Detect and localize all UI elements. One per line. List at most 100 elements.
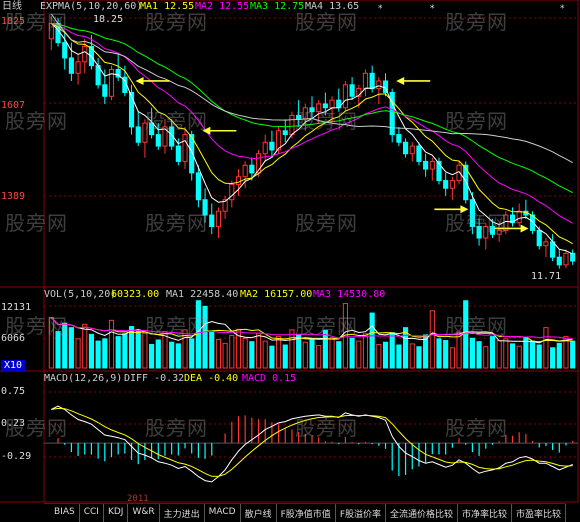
volume-bar [456,331,462,369]
volume-bar [269,345,275,369]
tab-f-nav[interactable]: F股净值市值 [277,504,336,522]
low-price-annotation: 11.71 [531,271,562,282]
candle-body [75,61,81,74]
candle-body [182,134,188,162]
candle-body [483,226,489,239]
candle-body [322,103,328,109]
volume-bar [229,334,235,369]
volume-bar [122,333,128,369]
candle-body [142,122,148,143]
volume-bar [483,346,489,369]
volume-bar [242,337,248,369]
volume-bar [469,337,475,369]
volume-bar [189,338,195,369]
volume-bar [516,345,522,369]
candle-body [282,130,288,136]
candle-body [550,241,556,258]
volume-bar [302,341,308,369]
tab-wr[interactable]: W&R [128,504,160,522]
volume-bar [396,344,402,369]
candle-body [128,91,135,128]
tab-full-circulation[interactable]: 全流通价格比较 [386,504,459,522]
volume-bar [449,347,455,369]
signal-arrow-5-head [520,224,529,233]
candle-body [135,126,141,143]
tab-f-premium[interactable]: F股溢价率 [336,504,386,522]
macd-diff-line [51,405,573,483]
volume-bar [209,331,215,369]
volume-bar [95,340,101,369]
tab-macd[interactable]: MACD [205,504,241,522]
candle-body [62,42,68,59]
long-ma-line [50,13,573,164]
chart-frame [43,0,579,503]
volume-axis-top: 12131 [1,302,32,313]
candle-body [349,84,355,97]
stock-chart-canvas[interactable]: * * * [0,0,580,521]
candle-body [423,160,429,170]
volume-bar [255,332,262,369]
candle-body [556,256,562,266]
candle-body [489,226,496,235]
macd-diff: DIFF -0.32 [124,373,185,384]
volume-bar [222,342,228,369]
volume-bar [523,337,529,369]
candle-body [82,45,88,63]
volume-bar [409,343,415,369]
volume-bar [349,337,355,369]
tab-cci[interactable]: CCI [80,504,104,522]
candle-body [409,145,415,155]
candle-body [402,141,409,155]
volume-bar [282,344,288,369]
tab-bias[interactable]: BIAS [44,504,80,522]
candle-body [296,114,302,120]
tab-main-inout[interactable]: 主力进出 [160,504,205,522]
candle-body [429,160,435,170]
macd-axis-low: -0.29 [1,451,32,462]
candle-body [570,252,576,262]
tab-retail-line[interactable]: 散户线 [241,504,277,522]
star-marker: * [560,4,565,14]
candle-body [316,103,322,113]
candle-body [396,134,402,143]
candle-body [209,214,215,228]
price-axis-low: 1389 [1,191,26,202]
star-marker: * [430,4,435,14]
volume-bar [556,342,562,369]
volume-bar [463,300,469,369]
volume-bar [135,329,141,369]
volume-bar [149,343,155,369]
candle-body [516,210,522,224]
tab-kdj[interactable]: KDJ [104,504,129,522]
volume-bar [296,334,302,369]
candle-body [68,57,74,74]
volume-bar [402,327,409,369]
volume-axis-mid: 6066 [1,333,26,344]
volume-bar [68,327,74,369]
macd-value: MACD 0.15 [242,373,297,384]
candle-body [155,134,161,147]
candle-body [536,229,542,247]
volume-bar [550,347,556,369]
candle-body [563,252,569,266]
volume-bar [436,338,442,369]
volume-bar [362,333,369,369]
candle-body [309,107,315,113]
price-axis-top: 1825 [1,16,26,27]
volume-bar [82,323,88,369]
volume-bar [102,338,108,369]
candle-body [302,107,308,120]
candle-body [202,199,208,216]
volume-bar [262,340,268,369]
volume-header: VOL(5,10,20) [44,289,117,300]
tab-pb-compare[interactable]: 市净率比较 [458,504,513,522]
volume-bar [316,345,322,369]
volume-bar [276,336,282,369]
volume-bar [536,344,542,369]
candle-body [48,22,54,40]
volume-ma3: MA3 14530.80 [313,289,386,300]
candle-body [269,141,275,151]
tab-pe-compare[interactable]: 市盈率比较 [512,504,567,522]
volume-bar [75,338,81,369]
volume-bar [476,341,482,369]
